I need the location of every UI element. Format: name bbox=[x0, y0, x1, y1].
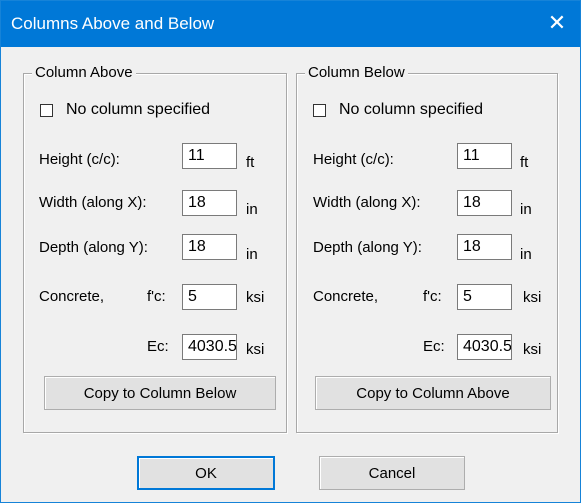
checkbox-label: No column specified bbox=[66, 101, 211, 118]
fc-input-above[interactable]: 5 bbox=[182, 284, 237, 310]
ok-button[interactable]: OK bbox=[137, 456, 275, 490]
fc-label: f'c: bbox=[147, 288, 166, 305]
group-column-above: Column Above No column specified Height … bbox=[23, 64, 287, 433]
ec-unit: ksi bbox=[523, 341, 542, 358]
height-label: Height (c/c): bbox=[313, 151, 394, 168]
depth-input-above[interactable]: 18 bbox=[182, 234, 237, 260]
height-input-above[interactable]: 11 bbox=[182, 143, 237, 169]
fc-unit: ksi bbox=[246, 289, 265, 306]
height-unit: ft bbox=[520, 154, 529, 171]
fc-unit: ksi bbox=[523, 289, 542, 306]
height-input-below[interactable]: 11 bbox=[457, 143, 512, 169]
group-legend-above: Column Above bbox=[32, 64, 136, 81]
fc-input-below[interactable]: 5 bbox=[457, 284, 512, 310]
fc-label: f'c: bbox=[423, 288, 442, 305]
ec-input-below[interactable]: 4030.5 bbox=[457, 334, 512, 360]
title-bar[interactable]: Columns Above and Below ✕ bbox=[1, 1, 580, 47]
depth-label: Depth (along Y): bbox=[313, 239, 422, 256]
width-input-above[interactable]: 18 bbox=[182, 190, 237, 216]
checkbox-box[interactable] bbox=[313, 103, 326, 117]
close-icon[interactable]: ✕ bbox=[534, 1, 580, 47]
no-column-checkbox-below[interactable]: No column specified bbox=[313, 101, 483, 119]
width-label: Width (along X): bbox=[39, 194, 147, 211]
width-input-below[interactable]: 18 bbox=[457, 190, 512, 216]
ec-label: Ec: bbox=[423, 338, 445, 355]
checkbox-box[interactable] bbox=[40, 103, 53, 117]
cancel-button[interactable]: Cancel bbox=[319, 456, 465, 490]
dialog-window: Columns Above and Below ✕ Column Above N… bbox=[0, 0, 581, 503]
no-column-checkbox-above[interactable]: No column specified bbox=[40, 101, 210, 119]
depth-unit: in bbox=[520, 246, 532, 263]
group-legend-below: Column Below bbox=[305, 64, 408, 81]
concrete-label: Concrete, bbox=[39, 288, 105, 305]
width-unit: in bbox=[246, 201, 258, 218]
dialog-title: Columns Above and Below bbox=[11, 14, 215, 33]
ec-unit: ksi bbox=[246, 341, 265, 358]
group-column-below: Column Below No column specified Height … bbox=[296, 64, 558, 433]
height-label: Height (c/c): bbox=[39, 151, 120, 168]
height-unit: ft bbox=[246, 154, 255, 171]
depth-input-below[interactable]: 18 bbox=[457, 234, 512, 260]
width-unit: in bbox=[520, 201, 532, 218]
depth-label: Depth (along Y): bbox=[39, 239, 148, 256]
ec-input-above[interactable]: 4030.5 bbox=[182, 334, 237, 360]
concrete-label: Concrete, bbox=[313, 288, 379, 305]
depth-unit: in bbox=[246, 246, 258, 263]
ec-label: Ec: bbox=[147, 338, 169, 355]
width-label: Width (along X): bbox=[313, 194, 421, 211]
copy-to-column-above-button[interactable]: Copy to Column Above bbox=[315, 376, 551, 410]
copy-to-column-below-button[interactable]: Copy to Column Below bbox=[44, 376, 276, 410]
checkbox-label: No column specified bbox=[339, 101, 484, 118]
